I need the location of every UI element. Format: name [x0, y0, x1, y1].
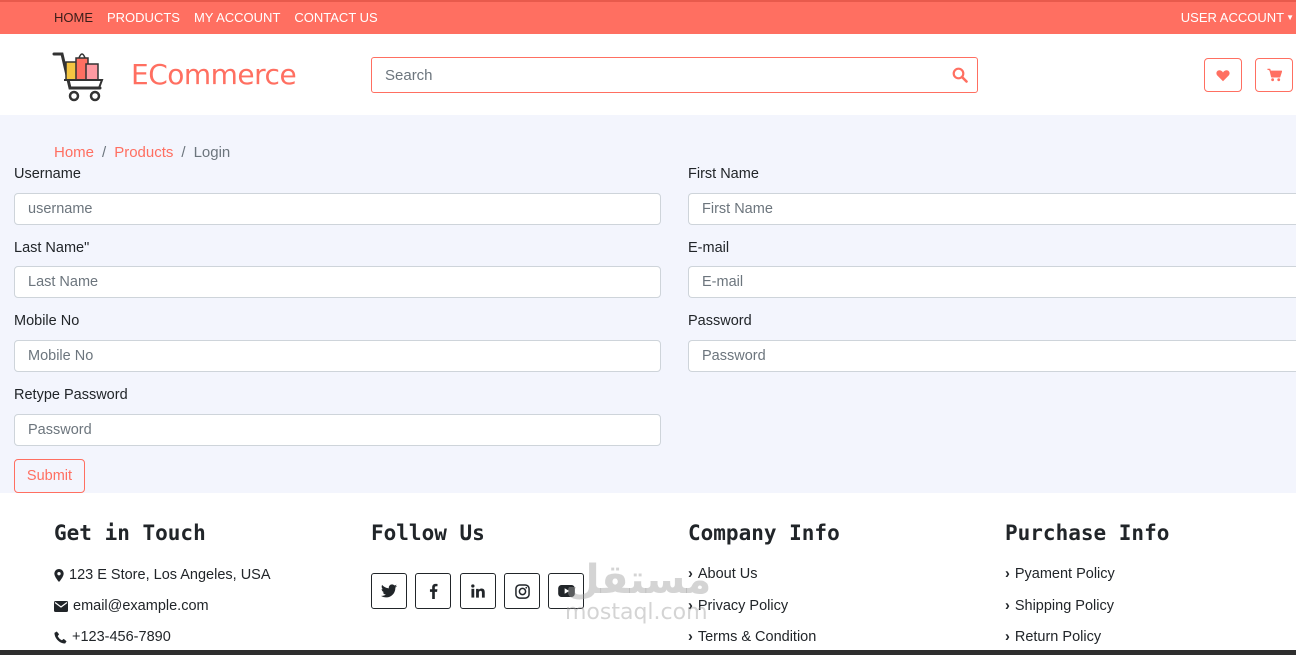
- get-in-touch-heading: Get in Touch: [54, 521, 206, 545]
- submit-button[interactable]: Submit: [14, 459, 85, 493]
- twitter-icon: [381, 584, 397, 598]
- chevron-right-icon: ›: [1005, 598, 1010, 614]
- follow-us-heading: Follow Us: [371, 521, 485, 545]
- mobile-field-wrap: [14, 340, 661, 372]
- search-input[interactable]: [372, 58, 932, 92]
- user-account-dropdown[interactable]: USER ACCOUNT ▼: [1181, 10, 1294, 25]
- purchase-info-heading: Purchase Info: [1005, 521, 1170, 545]
- email-text[interactable]: email@example.com: [73, 598, 209, 614]
- wishlist-button[interactable]: [1204, 58, 1242, 92]
- purchase-link-label: Return Policy: [1014, 629, 1102, 645]
- linkedin-button[interactable]: [460, 573, 496, 609]
- registration-section: Home / Products / Login Username Last Na…: [0, 115, 1296, 493]
- first-name-label: First Name: [688, 166, 759, 182]
- retype-password-input[interactable]: [15, 415, 660, 445]
- email-item: email@example.com: [54, 598, 209, 614]
- password-label: Password: [688, 313, 752, 329]
- password-input[interactable]: [689, 341, 1296, 371]
- facebook-button[interactable]: [415, 573, 451, 609]
- facebook-icon: [429, 583, 437, 599]
- nav-contact-us-link[interactable]: CONTACT US: [294, 10, 377, 25]
- username-input[interactable]: [15, 194, 660, 224]
- company-info-heading: Company Info: [688, 521, 840, 545]
- map-marker-icon: [54, 568, 64, 582]
- heart-icon: [1216, 69, 1230, 81]
- phone-text: +123-456-7890: [72, 629, 171, 645]
- chevron-right-icon: ›: [1005, 566, 1010, 582]
- retype-password-field-wrap: [14, 414, 661, 446]
- cart-icon: [1266, 68, 1282, 82]
- brand-name[interactable]: ECommerce: [131, 58, 297, 91]
- top-nav-menu: HOME PRODUCTS MY ACCOUNT CONTACT US: [54, 10, 378, 25]
- caret-down-icon: ▼: [1286, 13, 1294, 22]
- mobile-label: Mobile No: [14, 313, 80, 329]
- breadcrumb: Home / Products / Login: [54, 144, 230, 161]
- email-label: E-mail: [688, 240, 730, 256]
- mobile-input[interactable]: [15, 341, 660, 371]
- breadcrumb-current: Login: [193, 144, 231, 161]
- first-name-input[interactable]: [689, 194, 1296, 224]
- username-label: Username: [14, 166, 81, 182]
- watermark-latin: mostaql.com: [565, 600, 708, 625]
- last-name-label: Last Name": [14, 240, 90, 256]
- purchase-link-label: Shipping Policy: [1014, 598, 1114, 614]
- purchase-link[interactable]: › Shipping Policy: [1005, 598, 1114, 614]
- phone-icon: [54, 630, 67, 644]
- user-account-label: USER ACCOUNT: [1180, 10, 1285, 25]
- breadcrumb-separator: /: [102, 144, 107, 161]
- retype-password-label: Retype Password: [14, 387, 128, 403]
- purchase-link[interactable]: › Pyament Policy: [1005, 566, 1115, 582]
- chevron-right-icon: ›: [688, 629, 693, 645]
- twitter-button[interactable]: [371, 573, 407, 609]
- shopping-cart-logo[interactable]: [52, 48, 108, 104]
- nav-products-link[interactable]: PRODUCTS: [107, 10, 180, 25]
- password-field-wrap: [688, 340, 1296, 372]
- instagram-icon: [514, 583, 530, 599]
- bottom-border: [0, 650, 1296, 655]
- username-field-wrap: [14, 193, 661, 225]
- nav-my-account-link[interactable]: MY ACCOUNT: [194, 10, 280, 25]
- search-icon[interactable]: [952, 67, 968, 83]
- chevron-right-icon: ›: [1005, 629, 1010, 645]
- purchase-link-label: Pyament Policy: [1014, 566, 1115, 582]
- breadcrumb-products[interactable]: Products: [114, 144, 173, 161]
- company-link-label: Privacy Policy: [697, 598, 789, 614]
- watermark: مستقل mostaql.com: [565, 560, 711, 625]
- last-name-field-wrap: [14, 266, 661, 298]
- envelope-icon: [54, 600, 68, 612]
- cart-button[interactable]: [1255, 58, 1293, 92]
- address-text: 123 E Store, Los Angeles, USA: [69, 567, 271, 583]
- address-item: 123 E Store, Los Angeles, USA: [54, 567, 271, 583]
- site-header: ECommerce: [0, 44, 1296, 115]
- breadcrumb-separator: /: [181, 144, 186, 161]
- top-navbar: HOME PRODUCTS MY ACCOUNT CONTACT US USER…: [0, 0, 1296, 34]
- first-name-field-wrap: [688, 193, 1296, 225]
- email-input[interactable]: [689, 267, 1296, 297]
- last-name-input[interactable]: [15, 267, 660, 297]
- email-field-wrap: [688, 266, 1296, 298]
- instagram-button[interactable]: [504, 573, 540, 609]
- breadcrumb-home[interactable]: Home: [54, 144, 94, 161]
- watermark-arabic: مستقل: [565, 557, 712, 603]
- company-link[interactable]: › Terms & Condition: [688, 629, 816, 645]
- linkedin-icon: [471, 584, 485, 598]
- nav-home-link[interactable]: HOME: [54, 10, 93, 25]
- phone-item: +123-456-7890: [54, 629, 171, 645]
- purchase-link[interactable]: › Return Policy: [1005, 629, 1101, 645]
- company-link-label: Terms & Condition: [697, 629, 817, 645]
- search-box: [371, 57, 978, 93]
